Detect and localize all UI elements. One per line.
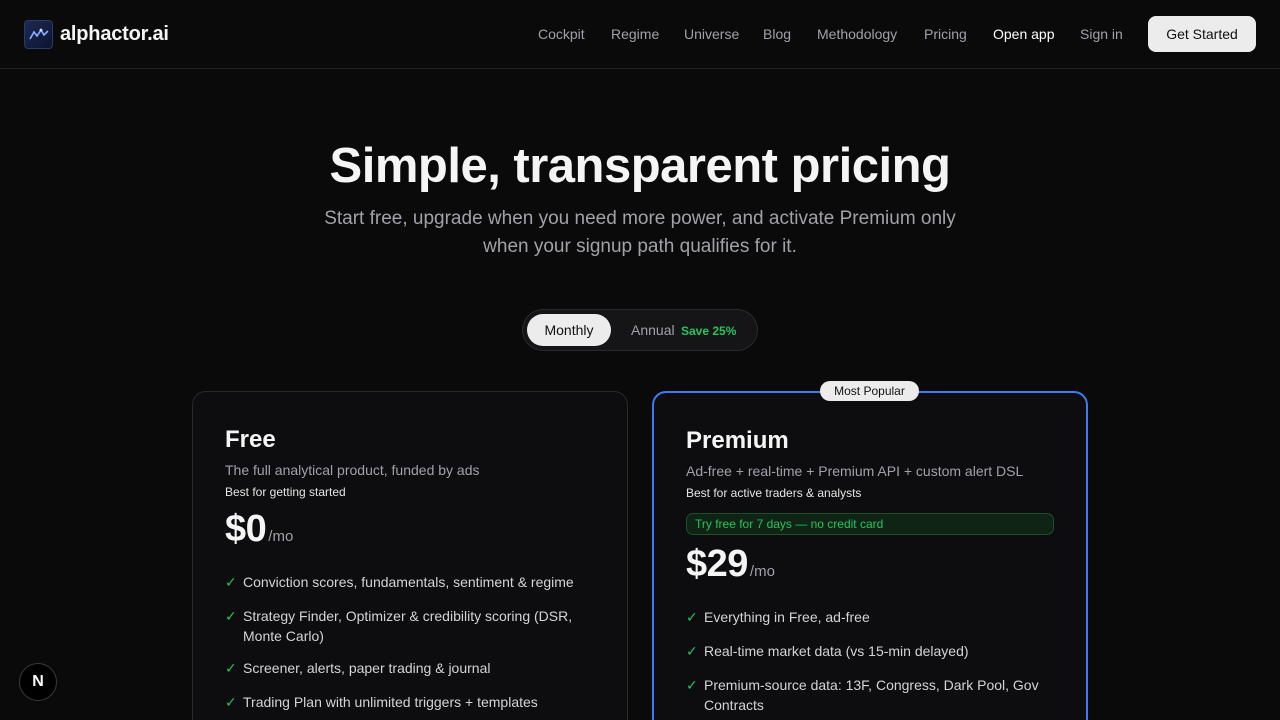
billing-monthly-option[interactable]: Monthly	[527, 314, 611, 346]
plan-price-free: $0 /mo	[225, 508, 293, 551]
check-icon: ✓	[686, 609, 698, 625]
check-icon: ✓	[686, 677, 698, 693]
plan-best-for-free: Best for getting started	[225, 485, 346, 499]
check-icon: ✓	[686, 643, 698, 659]
plan-best-for-premium: Best for active traders & analysts	[686, 486, 862, 500]
price-amount-premium: $29	[686, 543, 748, 585]
brand-logo[interactable]: alphactor.ai	[24, 20, 169, 49]
brand-name: alphactor.ai	[60, 23, 169, 45]
check-icon: ✓	[225, 694, 237, 710]
logo-icon	[24, 20, 53, 49]
price-amount-free: $0	[225, 508, 267, 550]
plan-name-free: Free	[225, 426, 276, 453]
annual-savings-badge: Save 25%	[681, 324, 737, 338]
get-started-button[interactable]: Get Started	[1148, 16, 1256, 52]
feature-item: ✓ Conviction scores, fundamentals, senti…	[225, 574, 574, 590]
nav-item-methodology[interactable]: Methodology	[817, 26, 897, 42]
most-popular-badge: Most Popular	[820, 381, 919, 401]
nav-item-pricing[interactable]: Pricing	[924, 26, 967, 42]
nav-item-universe[interactable]: Universe	[684, 26, 739, 42]
page-title: Simple, transparent pricing	[329, 139, 951, 193]
check-icon: ✓	[225, 660, 237, 676]
nav-item-regime[interactable]: Regime	[611, 26, 659, 42]
check-icon: ✓	[225, 608, 237, 624]
feature-item: ✓ Real-time market data (vs 15-min delay…	[686, 643, 969, 659]
feature-item: ✓ Trading Plan with unlimited triggers +…	[225, 694, 538, 710]
check-icon: ✓	[225, 574, 237, 590]
price-unit-premium: /mo	[749, 563, 775, 580]
plan-name-premium: Premium	[686, 427, 789, 454]
billing-annual-option[interactable]: Annual	[631, 322, 675, 338]
nav-item-cockpit[interactable]: Cockpit	[538, 26, 585, 42]
feature-item: ✓ Screener, alerts, paper trading & jour…	[225, 660, 491, 676]
price-unit-free: /mo	[268, 528, 294, 545]
feature-item: ✓ Everything in Free, ad-free	[686, 609, 870, 625]
free-trial-banner: Try free for 7 days — no credit card	[686, 513, 1054, 535]
sign-in-link[interactable]: Sign in	[1080, 26, 1123, 42]
plan-price-premium: $29 /mo	[686, 543, 775, 586]
plan-description-free: The full analytical product, funded by a…	[225, 462, 480, 478]
floating-dev-button[interactable]: N	[19, 663, 57, 701]
plan-description-premium: Ad-free + real-time + Premium API + cust…	[686, 463, 1024, 479]
feature-item: ✓ Premium-source data: 13F, Congress, Da…	[686, 677, 1039, 713]
top-navbar: alphactor.ai Cockpit Regime Universe Blo…	[0, 0, 1280, 69]
open-app-link[interactable]: Open app	[993, 26, 1055, 42]
feature-item: ✓ Strategy Finder, Optimizer & credibili…	[225, 608, 573, 644]
page-subtitle: Start free, upgrade when you need more p…	[324, 208, 956, 257]
billing-toggle: Monthly Annual Save 25%	[522, 309, 758, 351]
nav-item-blog[interactable]: Blog	[763, 26, 791, 42]
